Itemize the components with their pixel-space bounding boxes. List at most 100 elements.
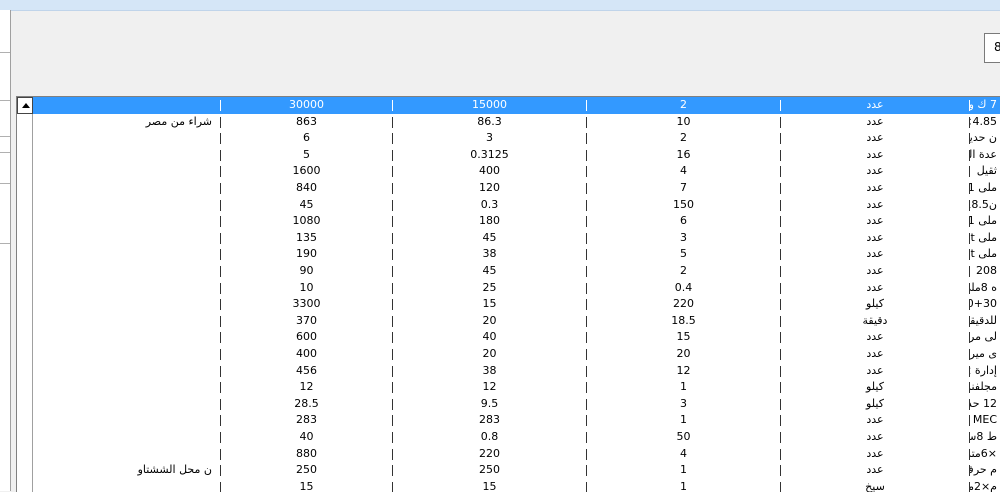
note-cell[interactable]: [34, 197, 220, 214]
quantity-cell[interactable]: 12: [587, 363, 780, 380]
unit-cell[interactable]: عدد: [781, 363, 969, 380]
row-header[interactable]: [17, 362, 33, 380]
unit-cell[interactable]: عدد: [781, 329, 969, 346]
row-header[interactable]: [17, 113, 33, 131]
price-cell[interactable]: 3: [393, 130, 586, 147]
total-cell[interactable]: 1600: [221, 163, 392, 180]
table-row[interactable]: 1600 400 4 عدد ثقيل: [17, 163, 1000, 180]
item-cell[interactable]: 208: [970, 263, 1000, 280]
row-header[interactable]: [17, 478, 33, 492]
quantity-cell[interactable]: 5: [587, 246, 780, 263]
unit-cell[interactable]: عدد: [781, 180, 969, 197]
note-cell[interactable]: [34, 263, 220, 280]
price-cell[interactable]: 15000: [393, 97, 586, 114]
total-cell[interactable]: 600: [221, 329, 392, 346]
unit-cell[interactable]: عدد: [781, 263, 969, 280]
note-cell[interactable]: [34, 147, 220, 164]
price-cell[interactable]: 283: [393, 412, 586, 429]
unit-cell[interactable]: دقيقة: [781, 313, 969, 330]
number-input[interactable]: 8: [984, 33, 1000, 63]
table-row[interactable]: ن محل الششتاو2502501عددم حرف u: [17, 462, 1000, 479]
total-cell[interactable]: 28.5: [221, 396, 392, 413]
table-row[interactable]: 15151سيخم×2متر: [17, 478, 1000, 492]
note-cell[interactable]: [34, 379, 220, 396]
item-cell[interactable]: ثقيل: [970, 163, 1000, 180]
quantity-cell[interactable]: 4: [587, 163, 780, 180]
quantity-cell[interactable]: 1: [587, 462, 780, 479]
table-row[interactable]: 8401207عددملى 1": [17, 180, 1000, 197]
item-cell[interactable]: ملى uct: [970, 230, 1000, 247]
price-cell[interactable]: 400: [393, 163, 586, 180]
quantity-cell[interactable]: 1: [587, 412, 780, 429]
unit-cell[interactable]: سيخ: [781, 479, 969, 492]
unit-cell[interactable]: عدد: [781, 446, 969, 463]
row-header[interactable]: [17, 329, 33, 346]
unit-cell[interactable]: عدد: [781, 97, 969, 114]
note-cell[interactable]: [34, 396, 220, 413]
unit-cell[interactable]: عدد: [781, 462, 969, 479]
quantity-cell[interactable]: 220: [587, 296, 780, 313]
table-row[interactable]: 4563812عددإدارة P 2: [17, 362, 1000, 380]
quantity-cell[interactable]: 1: [587, 379, 780, 396]
note-cell[interactable]: [34, 479, 220, 492]
total-cell[interactable]: 45: [221, 197, 392, 214]
table-row[interactable]: 135453عددملى uct: [17, 229, 1000, 247]
item-cell[interactable]: للدقيقة: [970, 313, 1000, 330]
item-cell[interactable]: 12 حديد: [970, 396, 1000, 413]
item-cell[interactable]: ملى 1": [970, 180, 1000, 197]
row-header[interactable]: [17, 379, 33, 396]
table-row[interactable]: 28.59.53كيلو12 حديد: [17, 395, 1000, 413]
table-row[interactable]: 330015220كيلو40+30+: [17, 296, 1000, 313]
quantity-cell[interactable]: 150: [587, 197, 780, 214]
note-cell[interactable]: ن محل الششتاو: [34, 462, 220, 479]
item-cell[interactable]: إدارة P 2: [970, 363, 1000, 380]
item-cell[interactable]: ط 8سم: [970, 429, 1000, 446]
price-cell[interactable]: 220: [393, 446, 586, 463]
total-cell[interactable]: 5: [221, 147, 392, 164]
table-row[interactable]: 10801806عددملى 1": [17, 213, 1000, 230]
total-cell[interactable]: 880: [221, 446, 392, 463]
total-cell[interactable]: 1080: [221, 213, 392, 230]
item-cell[interactable]: م×2متر: [970, 479, 1000, 492]
price-cell[interactable]: 15: [393, 296, 586, 313]
price-cell[interactable]: 45: [393, 230, 586, 247]
total-cell[interactable]: 90: [221, 263, 392, 280]
note-cell[interactable]: [34, 363, 220, 380]
table-row[interactable]: 450.3150عددن18.5م: [17, 196, 1000, 214]
item-cell[interactable]: ملى 1": [970, 213, 1000, 230]
total-cell[interactable]: 863: [221, 114, 392, 131]
note-cell[interactable]: [34, 280, 220, 297]
quantity-cell[interactable]: 6: [587, 213, 780, 230]
item-cell[interactable]: عدة البار: [970, 147, 1000, 164]
note-cell[interactable]: [34, 130, 220, 147]
total-cell[interactable]: 190: [221, 246, 392, 263]
row-header[interactable]: [17, 130, 33, 147]
quantity-cell[interactable]: 7: [587, 180, 780, 197]
table-row[interactable]: 6004015عددلى مربع: [17, 329, 1000, 346]
quantity-cell[interactable]: 2: [587, 97, 780, 114]
note-cell[interactable]: [34, 412, 220, 429]
row-header[interactable]: [17, 395, 33, 413]
quantity-cell[interactable]: 15: [587, 329, 780, 346]
row-header[interactable]: [17, 146, 33, 164]
total-cell[interactable]: 30000: [221, 97, 392, 114]
note-cell[interactable]: شراء من مصر: [34, 114, 220, 131]
row-header[interactable]: [17, 97, 33, 114]
quantity-cell[interactable]: 3: [587, 396, 780, 413]
note-cell[interactable]: [34, 313, 220, 330]
unit-cell[interactable]: عدد: [781, 114, 969, 131]
total-cell[interactable]: 12: [221, 379, 392, 396]
item-cell[interactable]: ه 8ملى: [970, 280, 1000, 297]
table-row[interactable]: 400.850عددط 8سم: [17, 429, 1000, 446]
note-cell[interactable]: [34, 346, 220, 363]
price-cell[interactable]: 12: [393, 379, 586, 396]
price-cell[interactable]: 180: [393, 213, 586, 230]
item-cell[interactable]: 4.85×ج: [970, 114, 1000, 131]
note-cell[interactable]: [34, 230, 220, 247]
quantity-cell[interactable]: 18.5: [587, 313, 780, 330]
price-cell[interactable]: 0.8: [393, 429, 586, 446]
quantity-cell[interactable]: 2: [587, 130, 780, 147]
price-cell[interactable]: 0.3: [393, 197, 586, 214]
table-row[interactable]: 4002020عددى ميروم: [17, 346, 1000, 363]
price-cell[interactable]: 15: [393, 479, 586, 492]
